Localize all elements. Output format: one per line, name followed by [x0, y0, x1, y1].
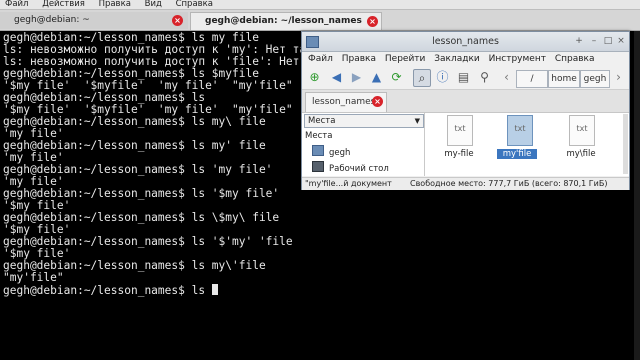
- shade-icon[interactable]: +: [573, 35, 585, 47]
- sidebar-pane-select[interactable]: Места ▼: [304, 114, 424, 128]
- new-tab-icon[interactable]: ⊕: [306, 69, 323, 86]
- fm-menu-help[interactable]: Справка: [555, 52, 595, 66]
- chevron-right-icon[interactable]: ›: [610, 69, 627, 86]
- fm-menu-go[interactable]: Перейти: [385, 52, 426, 66]
- tab-label: gegh@debian: ~/lesson_names: [205, 16, 362, 26]
- terminal-prompt-line[interactable]: gegh@debian:~/lesson_names$ ls: [3, 284, 218, 297]
- file-name-selected[interactable]: my'file: [497, 149, 537, 159]
- text-file-icon[interactable]: txt: [447, 115, 473, 146]
- desktop-icon: [312, 161, 324, 172]
- file-name[interactable]: my\file: [559, 149, 603, 159]
- breadcrumb-label: home: [551, 74, 577, 84]
- terminal-menubar: Файл Действия Правка Вид Справка: [0, 0, 640, 10]
- text-file-icon[interactable]: txt: [569, 115, 595, 146]
- text-file-icon[interactable]: txt: [507, 115, 533, 146]
- fm-toolbar: ⊕ ◀ ▶ ▲ ⟳ ⌕ ⓘ ▤ ⚲ ‹ / home gegh ›: [302, 67, 629, 90]
- menu-file[interactable]: Файл: [5, 0, 28, 9]
- terminal-tabbar: gegh@debian: ~ × gegh@debian: ~/lesson_n…: [0, 10, 640, 31]
- breadcrumb-label: gegh: [583, 74, 607, 84]
- status-free-space: Свободное место: 777,7 ГиБ (всего: 870,1…: [410, 179, 608, 188]
- home-folder-icon: [312, 145, 324, 156]
- tab-label: gegh@debian: ~: [14, 15, 90, 25]
- file-name[interactable]: my-file: [437, 149, 481, 159]
- status-selected-file: "my'file...й документ: [305, 179, 392, 188]
- terminal-tab-lesson-names[interactable]: gegh@debian: ~/lesson_names ×: [190, 12, 382, 30]
- chevron-left-icon[interactable]: ‹: [498, 69, 515, 86]
- close-icon[interactable]: ×: [615, 35, 627, 47]
- menu-actions[interactable]: Действия: [42, 0, 85, 9]
- fm-sidebar: Места ▼ Места gegh Рабочий стол: [302, 113, 425, 176]
- terminal-tab-home[interactable]: gegh@debian: ~ ×: [0, 12, 188, 29]
- info-icon[interactable]: ⓘ: [434, 69, 451, 86]
- sidebar-item-home[interactable]: gegh: [312, 145, 350, 158]
- minimize-icon[interactable]: –: [588, 35, 600, 47]
- sidebar-header: Места: [305, 131, 333, 141]
- terminal-here-icon[interactable]: ▤: [455, 69, 472, 86]
- menu-view[interactable]: Вид: [145, 0, 162, 9]
- fm-menubar: Файл Правка Перейти Закладки Инструмент …: [302, 52, 629, 66]
- breadcrumb-root[interactable]: /: [516, 70, 548, 88]
- back-arrow-icon[interactable]: ◀: [328, 69, 345, 86]
- sidebar-item-desktop[interactable]: Рабочий стол: [312, 161, 389, 174]
- fm-menu-tools[interactable]: Инструмент: [489, 52, 546, 66]
- show-location-icon[interactable]: ⌕: [413, 69, 431, 87]
- terminal-scrollbar[interactable]: [634, 31, 640, 360]
- sidebar-item-label: gegh: [329, 148, 351, 158]
- search-icon[interactable]: ⚲: [476, 69, 493, 86]
- fm-menu-edit[interactable]: Правка: [342, 52, 376, 66]
- reload-icon[interactable]: ⟳: [388, 69, 405, 86]
- file-manager-window: lesson_names + – □ × Файл Правка Перейти…: [301, 31, 630, 190]
- file-type-label: txt: [576, 124, 588, 133]
- fm-menu-bookmarks[interactable]: Закладки: [434, 52, 480, 66]
- terminal-line: "my'file": [3, 271, 64, 284]
- breadcrumb-label: /: [530, 74, 534, 84]
- terminal-prompt: gegh@debian:~/lesson_names$ ls: [3, 284, 212, 297]
- text-cursor: [211, 284, 218, 295]
- chevron-down-icon: ▼: [414, 117, 420, 125]
- window-titlebar[interactable]: lesson_names + – □ ×: [302, 32, 629, 52]
- breadcrumb-gegh[interactable]: gegh: [580, 70, 610, 88]
- forward-arrow-icon[interactable]: ▶: [348, 69, 365, 86]
- file-type-label: txt: [514, 124, 526, 133]
- maximize-icon[interactable]: □: [602, 35, 614, 47]
- up-arrow-icon[interactable]: ▲: [368, 69, 385, 86]
- fm-scrollbar[interactable]: [623, 114, 628, 174]
- close-icon[interactable]: ×: [367, 16, 378, 27]
- fm-tab-lesson-names[interactable]: lesson_names ×: [305, 92, 387, 112]
- fm-menu-file[interactable]: Файл: [308, 52, 333, 66]
- sidebar-item-label: Рабочий стол: [329, 164, 389, 174]
- sidebar-pane-select-label: Места: [308, 116, 336, 126]
- file-type-label: txt: [454, 124, 466, 133]
- close-icon[interactable]: ×: [372, 96, 383, 107]
- menu-help[interactable]: Справка: [176, 0, 213, 9]
- close-icon[interactable]: ×: [172, 15, 183, 26]
- fm-statusbar: "my'file...й документ Свободное место: 7…: [302, 177, 629, 190]
- menu-edit[interactable]: Правка: [99, 0, 131, 9]
- fm-file-view[interactable]: txt my-file txt my'file txt my\file: [425, 113, 629, 176]
- fm-tab-label: lesson_names: [312, 97, 376, 107]
- fm-tabstrip: lesson_names ×: [302, 90, 629, 113]
- breadcrumb-home[interactable]: home: [548, 70, 580, 88]
